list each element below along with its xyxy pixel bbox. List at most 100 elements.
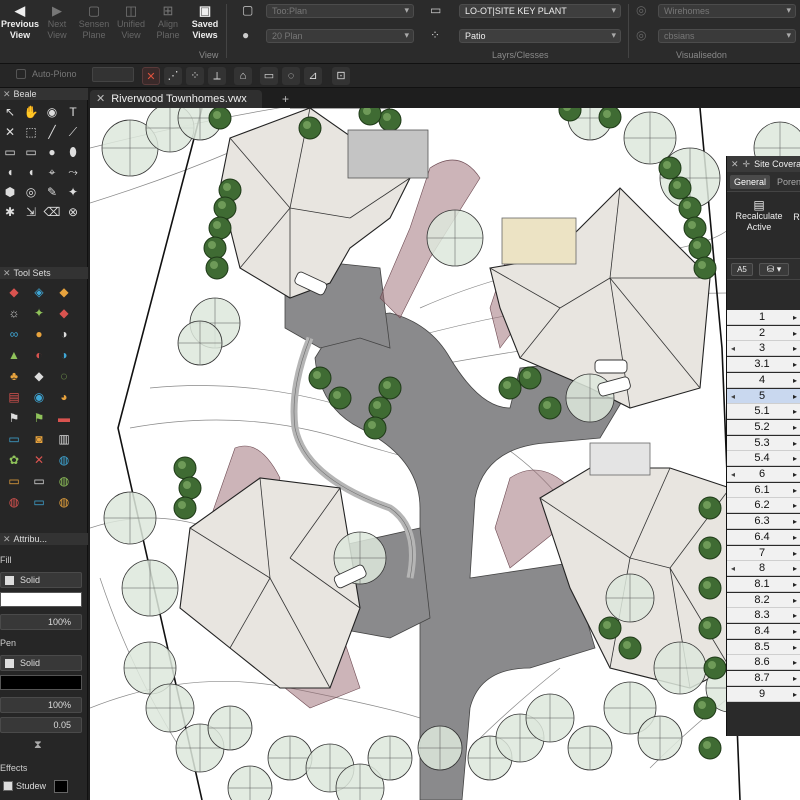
tab-general[interactable]: General [730,175,771,189]
snap-points-button[interactable]: ⋰ [164,67,182,85]
resize-icon[interactable]: ⇲ [21,202,41,222]
list-item[interactable]: 9 ▸ [727,686,800,702]
toolset-icon[interactable]: ♣ [4,366,24,386]
list-item[interactable]: 6.4 ▸ [727,529,800,545]
list-item[interactable]: 5.3 ▸ [727,435,800,451]
expand-chevron-icon[interactable]: ▸ [793,498,797,513]
rect-select-button[interactable]: ▭ [260,67,278,85]
list-item[interactable]: 2 ▸ [727,325,800,341]
expand-chevron-icon[interactable]: ▸ [793,593,797,608]
view-plane-icon[interactable]: ▢ [242,3,253,17]
pen-opacity-field[interactable]: 100% [0,697,82,713]
box-icon[interactable]: ⬚ [21,122,41,142]
snap-dots-button[interactable]: ⁘ [186,67,204,85]
polyline-icon[interactable]: ⤳ [63,162,83,182]
zoom-icon[interactable]: ◉ [42,102,62,122]
expand-chevron-icon[interactable]: ▸ [793,467,797,482]
expand-chevron-icon[interactable]: ▸ [793,561,797,576]
star-icon[interactable]: ✦ [63,182,83,202]
sheet-dropdown[interactable]: A5 [731,263,753,276]
site-plan-drawing[interactable] [90,108,800,800]
list-item[interactable]: ◂ 3 ▸ [727,341,800,357]
list-item[interactable]: 6.3 ▸ [727,514,800,530]
toolset-icon[interactable]: ✿ [4,450,24,470]
expand-chevron-icon[interactable]: ▸ [793,577,797,592]
toolset-icon[interactable]: ◕ [54,387,74,407]
rounded-rect-icon[interactable]: ▭ [21,142,41,162]
group-mode-button[interactable]: ⊡ [332,67,350,85]
polygon-select-button[interactable]: ⊿ [304,67,322,85]
close-icon[interactable]: ✕ [3,89,11,99]
fill-opacity-field[interactable]: 100% [0,614,82,630]
expand-chevron-icon[interactable]: ▸ [793,373,797,388]
add-icon[interactable]: ✛ [743,159,751,169]
toolset-icon[interactable]: ▬ [54,408,74,428]
line-icon[interactable]: ╱ [42,122,62,142]
eraser-icon[interactable]: ⌫ [42,202,62,222]
list-item[interactable]: ◂ 8 ▸ [727,561,800,577]
projection-dropdown[interactable]: 20 Plan [266,29,414,43]
text-icon[interactable]: T [63,102,83,122]
view-button-2[interactable]: ▢ Sensen Plane [74,3,114,41]
oval-icon[interactable]: ⬮ [63,142,83,162]
layer-icon[interactable]: ▭ [430,3,441,17]
toolset-icon[interactable]: ◍ [54,492,74,512]
list-item[interactable]: 5.4 ▸ [727,451,800,467]
expand-chevron-icon[interactable]: ▸ [793,326,797,341]
visualization-icon[interactable]: ◎ [636,3,646,17]
toolset-icon[interactable]: ▥ [54,429,74,449]
autopiono-checkbox[interactable] [16,69,26,79]
pen-icon[interactable]: ✎ [42,182,62,202]
target-icon[interactable]: ⊗ [63,202,83,222]
view-button-1[interactable]: ▶ Next View [37,3,77,41]
toolset-icon[interactable]: ✦ [29,303,49,323]
expand-chevron-icon[interactable]: ▸ [793,546,797,561]
close-icon[interactable]: ✕ [731,159,739,169]
toolset-icon[interactable]: ◆ [4,282,24,302]
toolset-icon[interactable]: ✕ [29,450,49,470]
expand-chevron-icon[interactable]: ▸ [793,530,797,545]
document-tab[interactable]: ✕ Riverwood Townhomes.vwx [90,90,262,108]
autopiono-field[interactable] [92,67,134,82]
new-tab-button[interactable]: + [282,92,289,106]
expand-chevron-icon[interactable]: ▸ [793,341,797,356]
polygon-icon[interactable]: ⬢ [0,182,20,202]
toolset-icon[interactable]: ⚑ [29,408,49,428]
toolset-icon[interactable]: ☼ [4,303,24,323]
pen-color-swatch[interactable] [0,675,82,690]
expand-chevron-icon[interactable]: ▸ [793,389,797,404]
visualization-dropdown[interactable]: Wirehomes [658,4,796,18]
view-button-3[interactable]: ◫ Unified View [111,3,151,41]
expand-chevron-icon[interactable]: ▸ [793,404,797,419]
expand-chevron-icon[interactable]: ▸ [793,357,797,372]
expand-chevron-icon[interactable]: ▸ [793,608,797,623]
view-button-4[interactable]: ⊞ Align Plane [148,3,188,41]
list-item[interactable]: 8.7 ▸ [727,671,800,687]
close-icon[interactable]: ✕ [3,534,11,544]
list-item[interactable]: 6.2 ▸ [727,498,800,514]
toolset-icon[interactable]: ◆ [54,282,74,302]
toolset-icon[interactable]: ◑ [54,345,74,365]
list-item[interactable]: 8.4 ▸ [727,624,800,639]
expand-chevron-icon[interactable]: ▸ [793,451,797,466]
toolset-icon[interactable]: ⚑ [4,408,24,428]
expand-chevron-icon[interactable]: ▸ [793,420,797,435]
list-item[interactable]: 8.6 ▸ [727,655,800,671]
snap-grid-button[interactable]: ✕ [142,67,160,85]
fill-color-swatch[interactable] [0,592,82,607]
recalculate-active-button[interactable]: ▤ Recalculate Active [731,199,787,233]
toolset-icon[interactable]: ▭ [4,471,24,491]
class-dropdown[interactable]: Patio [459,29,621,43]
view-button-5[interactable]: ▣ Saved Views [185,3,225,41]
expand-chevron-icon[interactable]: ▸ [793,671,797,686]
expand-chevron-icon[interactable]: ▸ [793,483,797,498]
toolset-icon[interactable]: ◙ [29,429,49,449]
database-dropdown[interactable]: ⛁ ▾ [759,263,789,276]
toolset-icon[interactable]: ◐ [29,345,49,365]
expand-chevron-icon[interactable]: ▸ [793,687,797,702]
list-item[interactable]: 7 ▸ [727,545,800,561]
toolset-icon[interactable]: ◑ [54,324,74,344]
expand-chevron-icon[interactable]: ▸ [793,640,797,655]
circle-icon[interactable]: ● [42,142,62,162]
toolset-icon[interactable]: ● [29,324,49,344]
